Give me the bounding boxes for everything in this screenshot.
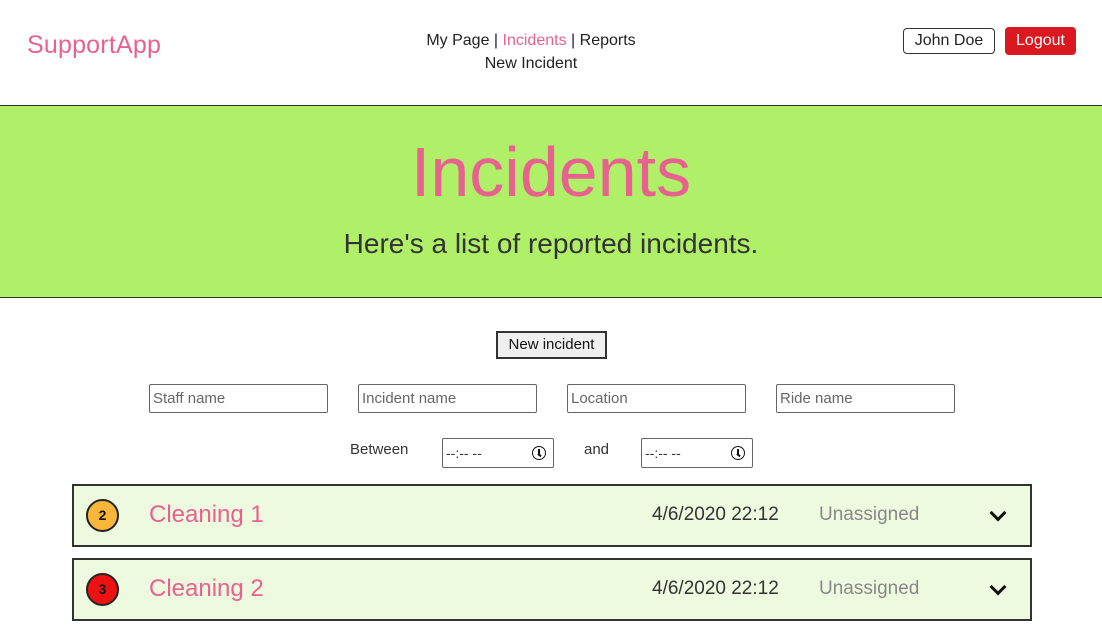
nav-link-new-incident[interactable]: New Incident [485,55,578,72]
incident-status: Unassigned [819,578,920,599]
clock-icon[interactable] [532,446,546,460]
nav-link-incidents[interactable]: Incidents [503,32,567,49]
from-time-value: --:-- -- [446,445,482,461]
incident-status: Unassigned [819,504,920,525]
nav-separator: | [493,32,499,49]
ride-name-filter-input[interactable] [776,384,955,413]
incident-name[interactable]: Cleaning 2 [149,574,264,604]
top-navbar: SupportApp My Page | Incidents | Reports… [0,0,1102,105]
page-subtitle: Here's a list of reported incidents. [343,228,759,259]
logout-button[interactable]: Logout [1005,27,1076,55]
between-label: Between [350,441,409,458]
nav-link-my-page[interactable]: My Page [426,32,489,49]
nav-line-2: New Incident [0,52,1062,75]
chevron-down-icon[interactable] [989,504,1007,522]
to-time-value: --:-- -- [645,445,681,461]
nav-link-reports[interactable]: Reports [580,32,636,49]
page-title: Incidents [410,133,692,211]
clock-icon[interactable] [731,446,745,460]
incident-row[interactable]: 3 Cleaning 2 4/6/2020 22:12 Unassigned [72,558,1032,621]
incident-name[interactable]: Cleaning 1 [149,500,264,530]
new-incident-button[interactable]: New incident [496,331,607,359]
incident-datetime: 4/6/2020 22:12 [652,578,779,599]
staff-name-filter-input[interactable] [149,384,328,413]
user-profile-button[interactable]: John Doe [903,28,995,54]
priority-badge: 3 [86,573,119,606]
nav-separator: | [571,32,576,49]
priority-badge: 2 [86,499,119,532]
chevron-down-icon[interactable] [989,578,1007,596]
incident-datetime: 4/6/2020 22:12 [652,504,779,525]
location-filter-input[interactable] [567,384,746,413]
hero-banner: Incidents Here's a list of reported inci… [0,105,1102,298]
to-time-input[interactable]: --:-- -- [641,438,753,468]
incident-name-filter-input[interactable] [358,384,537,413]
and-label: and [584,441,610,458]
from-time-input[interactable]: --:-- -- [442,438,554,468]
incident-row[interactable]: 2 Cleaning 1 4/6/2020 22:12 Unassigned [72,484,1032,547]
